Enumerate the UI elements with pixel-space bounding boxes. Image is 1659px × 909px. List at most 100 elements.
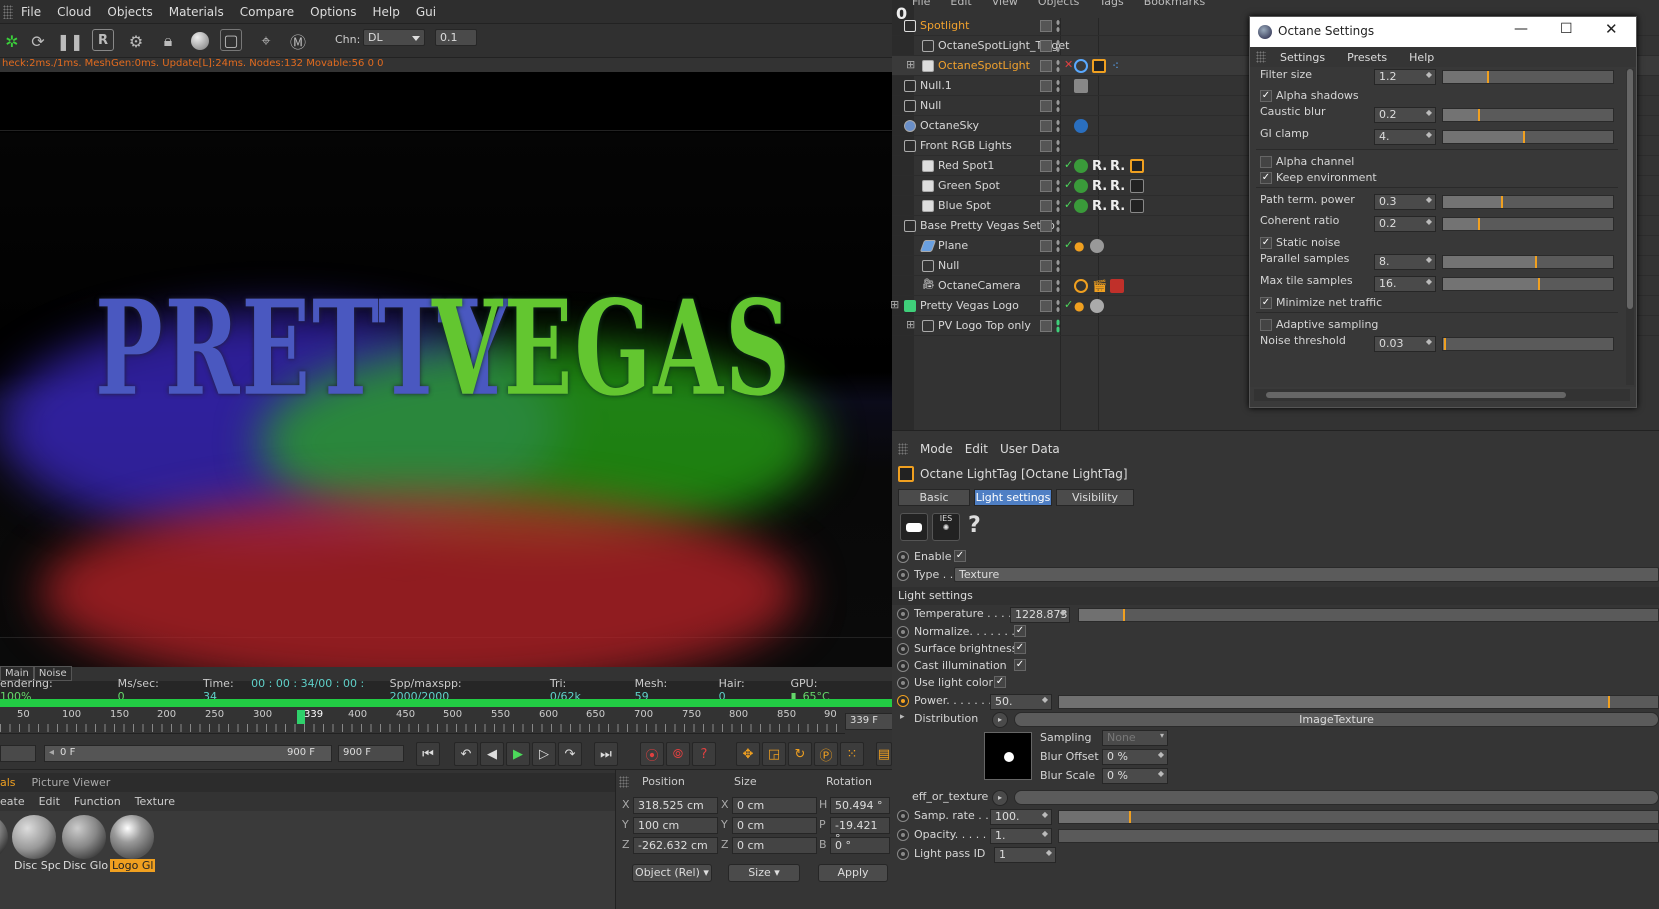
om-menu-objects[interactable]: Objects <box>1038 0 1080 10</box>
object-name[interactable]: Red Spot1 <box>938 159 994 172</box>
object-name[interactable]: OctaneSpotLight <box>938 59 1030 72</box>
caustic-blur-field[interactable]: 0.2 ◆ <box>1374 107 1436 123</box>
anim-radio[interactable] <box>897 660 909 672</box>
render-dots[interactable] <box>1056 159 1060 173</box>
blur-scale-field[interactable]: 0 % ◆ <box>1102 768 1168 784</box>
tab-basic[interactable]: Basic <box>898 489 970 506</box>
visibility-toggle[interactable] <box>1040 80 1052 92</box>
light-pass-id-field[interactable]: 1 ◆ <box>994 847 1056 863</box>
use-light-color-checkbox[interactable]: ✓ <box>994 676 1006 688</box>
material-name-selected[interactable]: Logo Gl <box>110 859 156 872</box>
render-dots[interactable] <box>1056 79 1060 93</box>
expand-icon[interactable]: ⊞ <box>906 318 915 331</box>
object-name[interactable]: Base Pretty Vegas Setup <box>920 219 1055 232</box>
point-level-icon[interactable]: ⁙ <box>840 742 864 766</box>
render-tag-icon[interactable]: R. <box>1110 199 1125 214</box>
object-name[interactable]: Null.1 <box>920 79 952 92</box>
pin-focus-icon[interactable]: ⌖ <box>254 29 278 53</box>
visibility-toggle[interactable] <box>1040 280 1052 292</box>
expand-icon[interactable]: ⊞ <box>890 298 899 311</box>
expand-icon[interactable]: ⊞ <box>906 58 915 71</box>
clapper-tag-icon[interactable]: 🎬︎ <box>1092 279 1107 293</box>
normalize-checkbox[interactable]: ✓ <box>1014 625 1026 637</box>
render-dots[interactable] <box>1056 59 1060 73</box>
render-dots[interactable] <box>1056 139 1060 153</box>
alpha-shadows-checkbox[interactable]: ✓ <box>1260 90 1272 102</box>
menu-compare[interactable]: Compare <box>232 5 302 19</box>
menu-edit[interactable]: Edit <box>32 795 67 808</box>
expand-arrow-icon[interactable]: ▸ <box>900 712 905 722</box>
tab-materials[interactable]: als <box>0 776 24 789</box>
opacity-field[interactable]: 1. ◆ <box>990 828 1052 844</box>
xpresso-tag-icon[interactable]: ⁖ <box>1112 59 1126 73</box>
position-z-field[interactable]: -262.632 cm <box>633 837 718 854</box>
visibility-toggle[interactable] <box>1040 20 1052 32</box>
move-key-icon[interactable]: ✥ <box>736 742 760 766</box>
settings-gear-icon[interactable]: ⚙ <box>124 29 148 53</box>
render-dots[interactable] <box>1056 199 1060 213</box>
restart-render-icon[interactable]: ⟳ <box>26 29 50 53</box>
octane-light-tag-icon-selected[interactable] <box>1130 159 1144 173</box>
anim-radio[interactable] <box>897 677 909 689</box>
distribution-shader-bar[interactable]: ImageTexture <box>1014 712 1659 727</box>
material-ball[interactable] <box>110 815 154 859</box>
grip-handle[interactable] <box>3 4 13 19</box>
attr-menu-edit[interactable]: Edit <box>965 442 988 456</box>
render-dots[interactable] <box>1056 99 1060 113</box>
om-menu-view[interactable]: View <box>992 0 1018 10</box>
next-key-icon[interactable]: ↷ <box>558 742 582 766</box>
record-key-icon[interactable]: ⦿ <box>640 742 664 766</box>
menu-texture[interactable]: Texture <box>128 795 182 808</box>
object-name[interactable]: Spotlight <box>920 19 969 32</box>
go-to-end-icon[interactable]: ⏭ <box>594 742 618 766</box>
channel-select[interactable]: DL <box>363 29 425 46</box>
temperature-slider[interactable] <box>1078 608 1659 622</box>
om-menu-edit[interactable]: Edit <box>950 0 971 10</box>
size-z-field[interactable]: 0 cm <box>732 837 817 854</box>
texture-preview[interactable] <box>984 732 1032 780</box>
render-viewport[interactable]: PRETTY VEGAS <box>0 72 892 667</box>
render-dots[interactable] <box>1056 19 1060 33</box>
visibility-toggle[interactable] <box>1040 320 1052 332</box>
light-type-ies-icon[interactable]: IES ✺ <box>932 513 960 541</box>
play-icon[interactable]: ▶ <box>506 742 530 766</box>
marker-icon[interactable]: Ⓜ <box>286 29 310 53</box>
size-mode-dropdown[interactable]: Size ▾ <box>728 864 800 882</box>
max-tile-samples-field[interactable]: 16. ◆ <box>1374 276 1436 292</box>
visibility-toggle[interactable] <box>1040 180 1052 192</box>
menu-objects[interactable]: Objects <box>99 5 160 19</box>
dialog-menu-presets[interactable]: Presets <box>1347 51 1387 64</box>
coord-mode-dropdown[interactable]: Object (Rel) ▾ <box>632 864 712 882</box>
minimize-icon[interactable]: — <box>1514 21 1528 37</box>
menu-options[interactable]: Options <box>302 5 364 19</box>
path-term-field[interactable]: 0.3 ◆ <box>1374 194 1436 210</box>
green-tag-icon[interactable] <box>1074 159 1088 173</box>
render-tag-icon[interactable]: R. <box>1110 179 1125 194</box>
dialog-horizontal-scrollbar[interactable] <box>1254 389 1630 401</box>
dialog-titlebar[interactable]: Octane Settings — ☐ ✕ <box>1250 17 1636 47</box>
cast-illumination-checkbox[interactable]: ✓ <box>1014 659 1026 671</box>
om-menu-file[interactable]: File <box>912 0 930 10</box>
filter-size-slider[interactable] <box>1442 70 1614 84</box>
alpha-channel-checkbox[interactable] <box>1260 156 1272 168</box>
om-menu-tags[interactable]: Tags <box>1099 0 1123 10</box>
channel-step-field[interactable]: 0.1 <box>435 29 477 46</box>
keep-environment-checkbox[interactable]: ✓ <box>1260 172 1272 184</box>
rotation-b-field[interactable]: 0 ° <box>830 837 890 854</box>
attr-menu-user-data[interactable]: User Data <box>1000 442 1060 456</box>
octane-logo-icon[interactable]: ✲ <box>0 29 24 53</box>
enabled-check-icon[interactable]: ✓ <box>1064 238 1073 251</box>
noise-threshold-slider[interactable] <box>1442 337 1614 351</box>
render-tag-icon[interactable]: R. <box>1092 159 1107 174</box>
lock-icon[interactable]: 🔒︎ <box>156 29 180 53</box>
environment-tag-icon[interactable] <box>1074 119 1088 133</box>
octane-light-tag-icon[interactable] <box>1130 179 1144 193</box>
prev-key-icon[interactable]: ↶ <box>454 742 478 766</box>
phong-tag-icon[interactable]: ● <box>1074 239 1088 253</box>
attr-menu-mode[interactable]: Mode <box>920 442 953 456</box>
enabled-check-icon[interactable]: ✓ <box>1064 158 1073 171</box>
menu-help[interactable]: Help <box>364 5 407 19</box>
menu-function[interactable]: Function <box>67 795 128 808</box>
visibility-toggle[interactable] <box>1040 100 1052 112</box>
help-icon[interactable]: ? <box>968 513 981 538</box>
